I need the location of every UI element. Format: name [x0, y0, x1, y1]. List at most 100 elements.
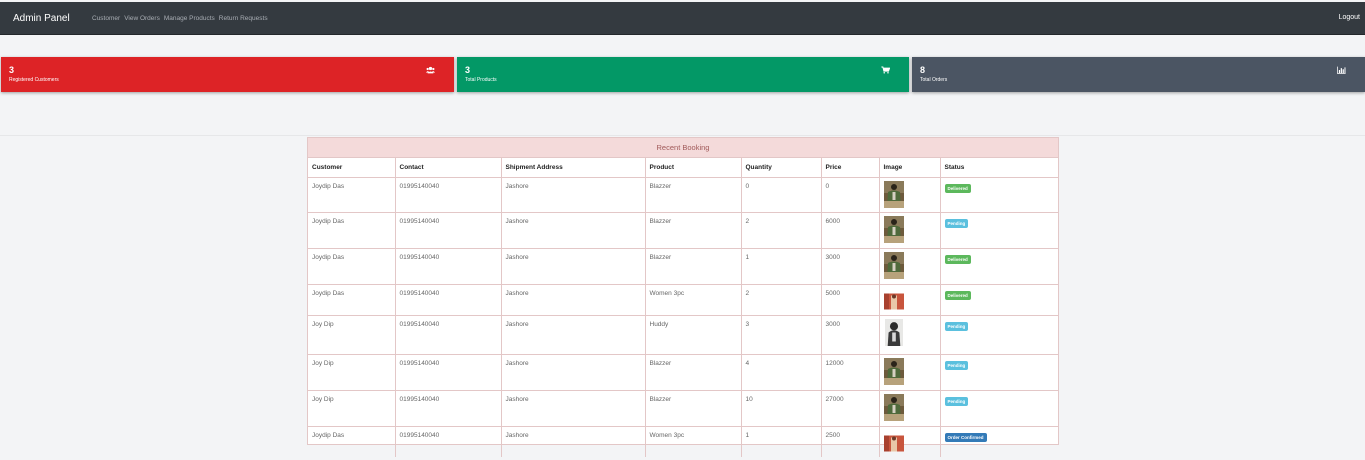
column-header: Product — [645, 158, 742, 178]
cell-quantity: 0 — [741, 177, 822, 213]
cell-status: Pending — [940, 315, 1058, 355]
logout-link[interactable]: Logout — [1339, 14, 1360, 21]
nav-links: Customer View Orders Manage Products Ret… — [92, 15, 268, 22]
stat-cards: 3 Registered Customers 3 Total Products … — [0, 57, 1365, 92]
cell-price: 27000 — [821, 390, 880, 427]
cell-status: Order Confirmed — [940, 426, 1058, 457]
nav-link-manage-products[interactable]: Manage Products — [164, 15, 215, 22]
cell-image — [879, 390, 941, 427]
cell-price: 12000 — [821, 354, 880, 391]
cell-contact: 01995140040 — [395, 390, 502, 427]
status-badge: Pending — [944, 218, 969, 228]
cell-customer: Joydip Das — [308, 212, 396, 249]
recent-booking-panel: Recent Booking Customer Contact Shipment… — [307, 137, 1059, 457]
cell-customer: Joydip Das — [308, 177, 396, 213]
cell-customer: Joydip Das — [308, 248, 396, 285]
cell-contact: 01995140040 — [395, 315, 502, 355]
table-row: Joy Dip 01995140040 Jashore Blazzer 10 27000 P… — [308, 390, 1058, 427]
cell-price: 3000 — [821, 315, 880, 355]
card-registered-customers[interactable]: 3 Registered Customers — [1, 57, 454, 92]
cell-customer: Joydip Das — [308, 284, 396, 316]
cell-product: Blazzer — [645, 390, 742, 427]
cell-product: Women 3pc — [645, 426, 742, 457]
cell-status: Delivered — [940, 248, 1058, 285]
product-thumbnail[interactable] — [883, 215, 904, 243]
cell-product: Women 3pc — [645, 284, 742, 316]
product-thumbnail[interactable] — [884, 318, 904, 346]
table-row: Joy Dip 01995140040 Jashore Huddy 3 3000 Pendi… — [308, 315, 1058, 355]
cell-status: Pending — [940, 212, 1058, 249]
cell-address: Jashore — [501, 315, 646, 355]
cell-contact: 01995140040 — [395, 248, 502, 285]
nav-link-return-requests[interactable]: Return Requests — [219, 15, 268, 22]
cell-price: 3000 — [821, 248, 880, 285]
cell-address: Jashore — [501, 177, 646, 213]
cell-customer: Joy Dip — [308, 315, 396, 355]
column-header: Shipment Address — [501, 158, 646, 178]
nav-link-view-orders[interactable]: View Orders — [124, 15, 160, 22]
cell-contact: 01995140040 — [395, 426, 502, 457]
card-value: 8 — [920, 65, 926, 75]
cell-image — [879, 284, 941, 316]
cell-quantity: 2 — [741, 284, 822, 316]
column-header: Quantity — [741, 158, 822, 178]
cell-image — [879, 212, 941, 249]
cell-contact: 01995140040 — [395, 212, 502, 249]
product-thumbnail[interactable] — [883, 251, 904, 279]
brand-title[interactable]: Admin Panel — [13, 13, 70, 24]
column-header: Status — [940, 158, 1058, 178]
column-header: Customer — [308, 158, 396, 178]
product-thumbnail[interactable] — [883, 430, 904, 457]
product-thumbnail[interactable] — [883, 180, 904, 208]
cell-image — [879, 354, 941, 391]
table-row: Joydip Das 01995140040 Jashore Blazzer 0 0 Del… — [308, 177, 1058, 213]
cell-quantity: 1 — [741, 426, 822, 457]
table-row: Joydip Das 01995140040 Jashore Women 3pc 2 50… — [308, 284, 1058, 316]
nav-link-customer[interactable]: Customer — [92, 15, 120, 22]
cell-status: Pending — [940, 390, 1058, 427]
status-badge: Order Confirmed — [944, 432, 987, 442]
table-row: Joydip Das 01995140040 Jashore Blazzer 2 6000… — [308, 212, 1058, 249]
table-row: Joydip Das 01995140040 Jashore Blazzer 1 3000… — [308, 248, 1058, 285]
product-thumbnail[interactable] — [883, 357, 904, 385]
card-total-products[interactable]: 3 Total Products — [457, 57, 909, 92]
cell-contact: 01995140040 — [395, 354, 502, 391]
cell-quantity: 3 — [741, 315, 822, 355]
cell-image — [879, 315, 941, 355]
card-total-orders[interactable]: 8 Total Orders — [912, 57, 1365, 92]
cell-price: 2500 — [821, 426, 880, 457]
cell-status: Delivered — [940, 284, 1058, 316]
cell-contact: 01995140040 — [395, 284, 502, 316]
product-thumbnail[interactable] — [883, 393, 904, 421]
card-label: Total Products — [465, 77, 497, 83]
cell-quantity: 10 — [741, 390, 822, 427]
cell-address: Jashore — [501, 390, 646, 427]
cell-image — [879, 177, 941, 213]
status-badge: Pending — [944, 360, 969, 370]
cell-address: Jashore — [501, 354, 646, 391]
status-badge: Delivered — [944, 290, 971, 300]
bar-chart-icon — [1337, 66, 1346, 74]
top-navbar: Admin Panel Customer View Orders Manage … — [0, 2, 1365, 35]
cell-quantity: 4 — [741, 354, 822, 391]
users-icon — [426, 66, 435, 74]
bookings-table: Customer Contact Shipment Address Produc… — [308, 158, 1058, 457]
cell-product: Blazzer — [645, 177, 742, 213]
cell-address: Jashore — [501, 426, 646, 457]
cell-customer: Joydip Das — [308, 426, 396, 457]
cell-price: 5000 — [821, 284, 880, 316]
column-header: Price — [821, 158, 880, 178]
cell-product: Blazzer — [645, 354, 742, 391]
product-thumbnail[interactable] — [883, 288, 904, 315]
cell-product: Huddy — [645, 315, 742, 355]
cell-image — [879, 248, 941, 285]
cell-address: Jashore — [501, 284, 646, 316]
cell-contact: 01995140040 — [395, 177, 502, 213]
cell-customer: Joy Dip — [308, 354, 396, 391]
column-header: Contact — [395, 158, 502, 178]
section-divider — [0, 135, 1365, 136]
status-badge: Delivered — [944, 254, 971, 264]
cell-image — [879, 426, 941, 457]
table-header-row: Customer Contact Shipment Address Produc… — [308, 158, 1058, 178]
status-badge: Pending — [944, 321, 969, 331]
